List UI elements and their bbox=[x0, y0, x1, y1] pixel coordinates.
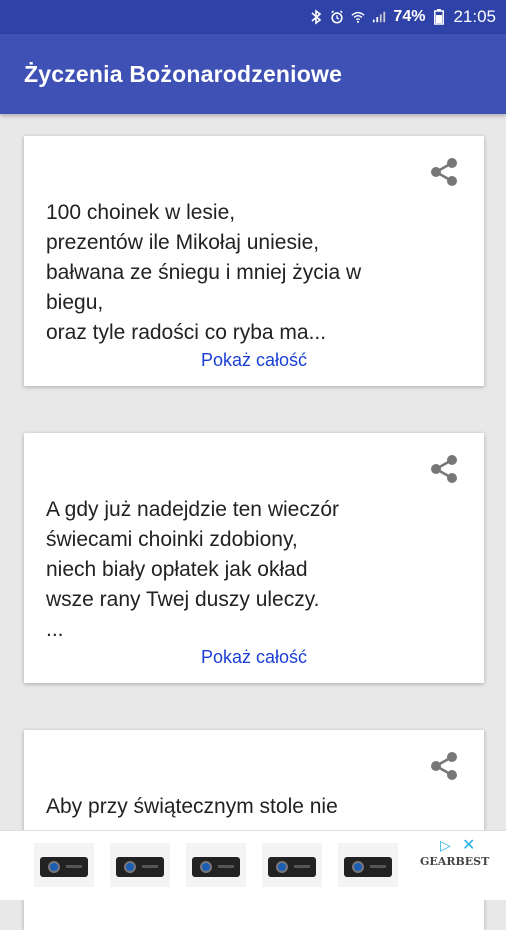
close-icon[interactable]: ✕ bbox=[462, 835, 475, 855]
ad-brand-logo[interactable]: GEARBEST bbox=[420, 855, 489, 868]
battery-icon bbox=[432, 9, 446, 25]
share-icon bbox=[431, 158, 457, 186]
ad-product-image[interactable] bbox=[262, 843, 322, 887]
share-button[interactable] bbox=[426, 154, 462, 190]
ad-product-image[interactable] bbox=[186, 843, 246, 887]
ad-choices-icon[interactable]: ▷ bbox=[440, 837, 451, 854]
wish-text: Aby przy świątecznym stole nie bbox=[46, 795, 338, 818]
share-icon bbox=[431, 752, 457, 780]
status-bar: 74% 21:05 bbox=[0, 0, 506, 34]
app-title: Życzenia Bożonarodzeniowe bbox=[24, 60, 343, 87]
ad-banner[interactable]: GEARBEST ▷ ✕ bbox=[0, 830, 506, 900]
clock: 21:05 bbox=[453, 7, 496, 26]
wish-card: A gdy już nadejdzie ten wieczór świecami… bbox=[24, 433, 484, 683]
wish-text: A gdy już nadejdzie ten wieczór świecami… bbox=[46, 498, 340, 641]
signal-icon bbox=[372, 9, 386, 25]
ad-product-image[interactable] bbox=[34, 843, 94, 887]
share-button[interactable] bbox=[426, 451, 462, 487]
app-bar: Życzenia Bożonarodzeniowe bbox=[0, 34, 506, 114]
share-button[interactable] bbox=[426, 748, 462, 784]
show-more-link[interactable]: Pokaż całość bbox=[24, 647, 484, 668]
wish-text: 100 choinek w lesie, prezentów ile Mikoł… bbox=[46, 201, 362, 344]
share-icon bbox=[431, 455, 457, 483]
ad-product-image[interactable] bbox=[338, 843, 398, 887]
battery-level: 74% bbox=[393, 8, 426, 25]
ad-product-image[interactable] bbox=[110, 843, 170, 887]
bluetooth-icon bbox=[309, 9, 323, 25]
wifi-icon bbox=[351, 9, 366, 25]
show-more-link[interactable]: Pokaż całość bbox=[24, 350, 484, 371]
wish-card: 100 choinek w lesie, prezentów ile Mikoł… bbox=[24, 136, 484, 386]
alarm-icon bbox=[330, 9, 344, 25]
